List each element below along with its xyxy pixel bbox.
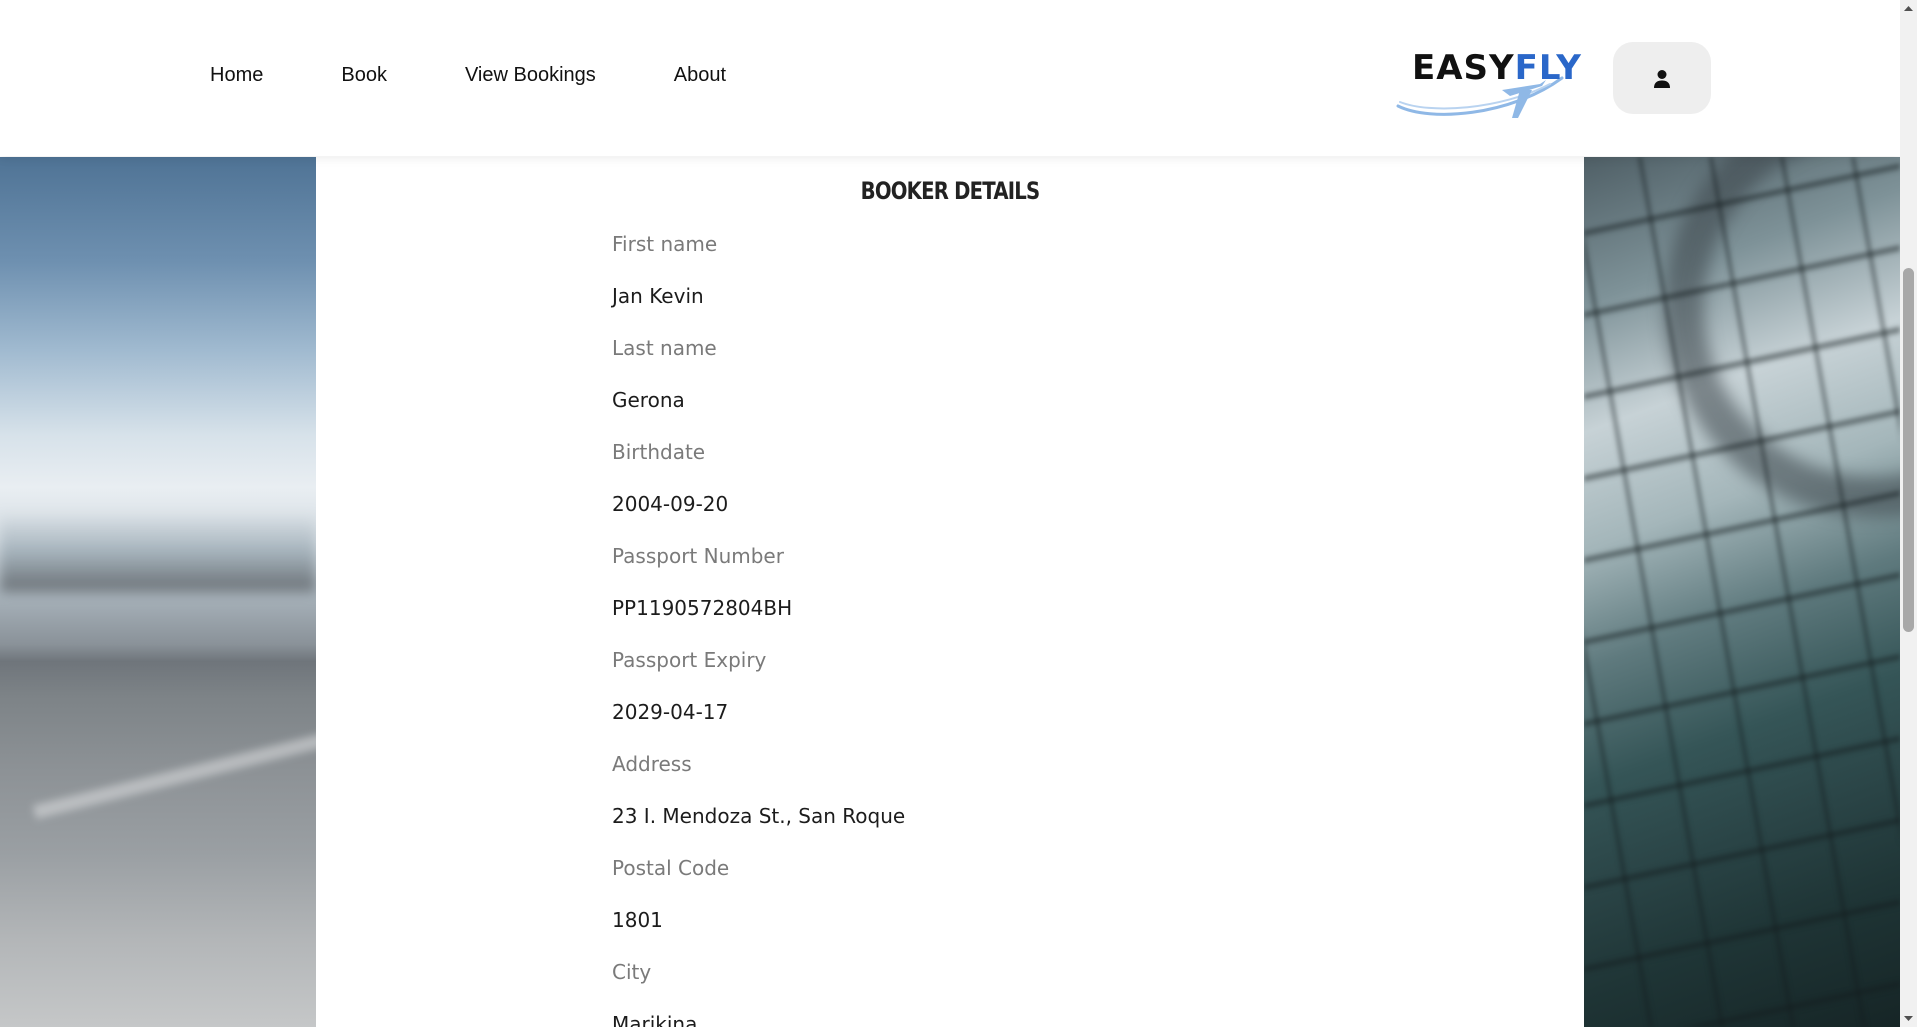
background-road-line [32,732,328,820]
user-icon [1654,70,1670,88]
booker-details-card: BOOKER DETAILS First name Jan Kevin Last… [316,157,1584,1027]
field-value-address: 23 I. Mendoza St., San Roque [612,804,906,828]
field-value-first-name: Jan Kevin [612,284,704,308]
field-label-first-name: First name [612,232,718,256]
section-title: BOOKER DETAILS [860,177,1040,205]
background-image-right [1584,157,1900,1027]
field-value-birthdate: 2004-09-20 [612,492,729,516]
background-glass-frames [1584,157,1900,1027]
nav-link-home[interactable]: Home [210,64,263,87]
field-label-address: Address [612,752,692,776]
nav-link-book[interactable]: Book [341,64,387,87]
page: Home Book View Bookings About EASYFLY BO… [0,0,1917,1027]
site-header: Home Book View Bookings About EASYFLY [0,0,1900,156]
field-label-birthdate: Birthdate [612,440,706,464]
field-label-postal-code: Postal Code [612,856,730,880]
background-image-left [0,157,328,1027]
field-label-passport-number: Passport Number [612,544,784,568]
field-value-last-name: Gerona [612,388,685,412]
scrollbar-thumb[interactable] [1903,268,1914,632]
page-scrollbar[interactable] [1900,0,1917,1027]
field-label-city: City [612,960,652,984]
user-menu-button[interactable] [1613,42,1711,114]
booker-fields: First name Jan Kevin Last name Gerona Bi… [612,232,905,1027]
field-label-passport-expiry: Passport Expiry [612,648,767,672]
logo-easy-text: EASY [1412,48,1515,88]
scroll-down-arrow-icon[interactable] [1900,1010,1917,1027]
field-value-passport-number: PP1190572804BH [612,596,793,620]
field-label-last-name: Last name [612,336,717,360]
logo-fly-text: FLY [1514,48,1582,88]
easyfly-logo[interactable]: EASYFLY [1390,44,1581,124]
nav-link-about[interactable]: About [674,64,726,87]
field-value-passport-expiry: 2029-04-17 [612,700,729,724]
logo-wordmark: EASYFLY [1412,48,1582,88]
scroll-up-arrow-icon[interactable] [1900,0,1917,17]
nav-link-view-bookings[interactable]: View Bookings [465,64,596,87]
field-value-city: Marikina [612,1012,698,1027]
background-haze [0,512,316,592]
field-value-postal-code: 1801 [612,908,663,932]
main-nav: Home Book View Bookings About [210,64,804,87]
